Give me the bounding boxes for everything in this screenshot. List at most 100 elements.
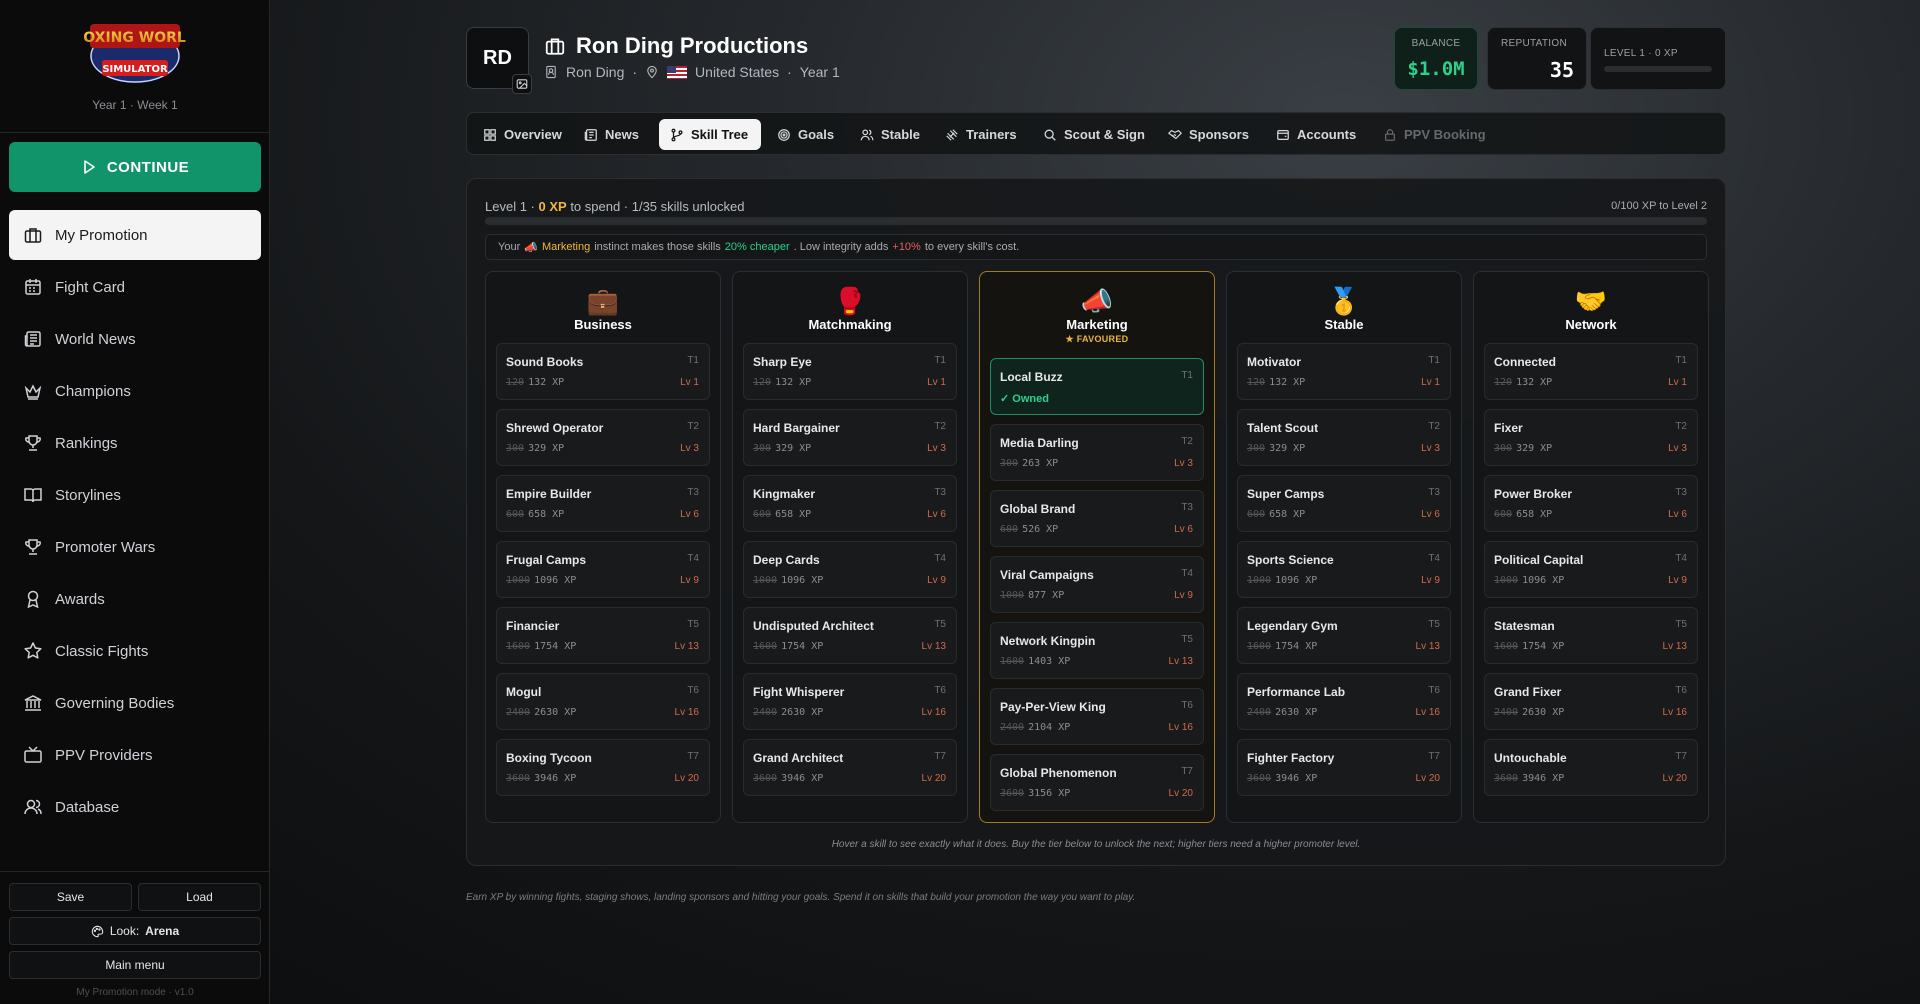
tab-trainers[interactable]: Trainers xyxy=(929,119,1029,150)
newspaper-icon xyxy=(24,331,41,347)
skill-card[interactable]: Performance Lab T6 2400 2630 XP Lv 16 xyxy=(1237,673,1451,730)
sidebar-item-storylines[interactable]: Storylines xyxy=(9,470,261,520)
skill-card[interactable]: Fight Whisperer T6 2400 2630 XP Lv 16 xyxy=(743,673,957,730)
load-button[interactable]: Load xyxy=(138,883,261,911)
skill-card[interactable]: Fixer T2 300 329 XP Lv 3 xyxy=(1484,409,1698,466)
skill-card[interactable]: Viral Campaigns T4 1000 877 XP Lv 9 xyxy=(990,556,1204,613)
skill-cost: 2400 2630 XP xyxy=(506,707,576,718)
save-button[interactable]: Save xyxy=(9,883,132,911)
discounted-cost: 1754 XP xyxy=(1522,641,1565,652)
tab-goals[interactable]: Goals xyxy=(761,119,844,150)
skill-card[interactable]: Kingmaker T3 600 658 XP Lv 6 xyxy=(743,475,957,532)
sidebar-item-promoter-wars[interactable]: Promoter Wars xyxy=(9,522,261,572)
skill-card[interactable]: Network Kingpin T5 1600 1403 XP Lv 13 xyxy=(990,622,1204,679)
skill-card[interactable]: Statesman T5 1600 1754 XP Lv 13 xyxy=(1484,607,1698,664)
original-cost: 120 xyxy=(753,377,772,388)
skill-name: Financier xyxy=(506,619,560,633)
sidebar-item-rankings[interactable]: Rankings xyxy=(9,418,261,468)
skill-card[interactable]: Sound Books T1 120 132 XP Lv 1 xyxy=(496,343,710,400)
skill-card[interactable]: Connected T1 120 132 XP Lv 1 xyxy=(1484,343,1698,400)
tab-accounts[interactable]: Accounts xyxy=(1260,119,1366,150)
sidebar-item-champions[interactable]: Champions xyxy=(9,366,261,416)
skill-card[interactable]: Talent Scout T2 300 329 XP Lv 3 xyxy=(1237,409,1451,466)
tab-ppv-booking[interactable]: PPV Booking xyxy=(1367,119,1492,150)
skill-card[interactable]: Sharp Eye T1 120 132 XP Lv 1 xyxy=(743,343,957,400)
skill-card[interactable]: Global Brand T3 600 526 XP Lv 6 xyxy=(990,490,1204,547)
skill-card[interactable]: Boxing Tycoon T7 3600 3946 XP Lv 20 xyxy=(496,739,710,796)
skill-card[interactable]: Legendary Gym T5 1600 1754 XP Lv 13 xyxy=(1237,607,1451,664)
skill-name: Hard Bargainer xyxy=(753,421,840,435)
tab-scout-sign[interactable]: Scout & Sign xyxy=(1027,119,1152,150)
sidebar-item-classic-fights[interactable]: Classic Fights xyxy=(9,626,261,676)
sidebar-item-ppv-providers[interactable]: PPV Providers xyxy=(9,730,261,780)
skill-card[interactable]: Pay-Per-View King T6 2400 2104 XP Lv 16 xyxy=(990,688,1204,745)
skill-card[interactable]: Frugal Camps T4 1000 1096 XP Lv 9 xyxy=(496,541,710,598)
skill-card[interactable]: Untouchable T7 3600 3946 XP Lv 20 xyxy=(1484,739,1698,796)
separator-dot: · xyxy=(787,64,792,80)
skill-card[interactable]: Motivator T1 120 132 XP Lv 1 xyxy=(1237,343,1451,400)
required-level: Lv 20 xyxy=(1168,788,1193,799)
sidebar-item-governing-bodies[interactable]: Governing Bodies xyxy=(9,678,261,728)
sidebar-item-awards[interactable]: Awards xyxy=(9,574,261,624)
original-cost: 1600 xyxy=(1247,641,1272,652)
edit-avatar-button[interactable] xyxy=(512,74,532,94)
discounted-cost: 2630 XP xyxy=(1522,707,1565,718)
skill-card[interactable]: Financier T5 1600 1754 XP Lv 13 xyxy=(496,607,710,664)
tab-label: Trainers xyxy=(966,127,1017,142)
tab-news[interactable]: News xyxy=(568,119,654,150)
skill-name: Mogul xyxy=(506,685,542,699)
skill-card[interactable]: Shrewd Operator T2 300 329 XP Lv 3 xyxy=(496,409,710,466)
skill-card[interactable]: Media Darling T2 300 263 XP Lv 3 xyxy=(990,424,1204,481)
xp-to-next-level: 0/100 XP to Level 2 xyxy=(1611,200,1707,212)
tab-label: News xyxy=(605,127,639,142)
sidebar-item-fight-card[interactable]: Fight Card xyxy=(9,262,261,312)
required-level: Lv 9 xyxy=(1421,575,1440,586)
skill-card[interactable]: Empire Builder T3 600 658 XP Lv 6 xyxy=(496,475,710,532)
required-level: Lv 13 xyxy=(674,641,699,652)
sidebar-item-world-news[interactable]: World News xyxy=(9,314,261,364)
sidebar-item-my-promotion[interactable]: My Promotion xyxy=(9,210,261,260)
skill-cost: 3600 3946 XP xyxy=(1247,773,1317,784)
discounted-cost: 1754 XP xyxy=(1275,641,1318,652)
sidebar-item-database[interactable]: Database xyxy=(9,782,261,832)
original-cost: 3600 xyxy=(1000,788,1025,799)
main-menu-button[interactable]: Main menu xyxy=(9,951,261,979)
continue-button[interactable]: CONTINUE xyxy=(9,142,261,192)
game-date: Year 1 · Week 1 xyxy=(92,98,178,112)
skill-card[interactable]: Local Buzz T1 ✓ Owned xyxy=(990,358,1204,415)
skill-tier: T3 xyxy=(687,487,699,498)
skill-card[interactable]: Hard Bargainer T2 300 329 XP Lv 3 xyxy=(743,409,957,466)
skill-card[interactable]: Political Capital T4 1000 1096 XP Lv 9 xyxy=(1484,541,1698,598)
required-level: Lv 1 xyxy=(1668,377,1687,388)
skill-cost: 1600 1754 XP xyxy=(1494,641,1564,652)
required-level: Lv 1 xyxy=(1421,377,1440,388)
look-theme-button[interactable]: Look: Arena xyxy=(9,917,261,945)
boxing-world-simulator-logo[interactable]: BOXING WORLD SIMULATOR xyxy=(84,18,186,88)
briefcase-icon xyxy=(24,228,42,243)
tab-sponsors[interactable]: Sponsors xyxy=(1152,119,1260,150)
skill-card[interactable]: Fighter Factory T7 3600 3946 XP Lv 20 xyxy=(1237,739,1451,796)
lock-icon xyxy=(1385,128,1395,141)
skill-card[interactable]: Global Phenomenon T7 3600 3156 XP Lv 20 xyxy=(990,754,1204,811)
skill-tier: T2 xyxy=(934,421,946,432)
skill-card[interactable]: Undisputed Architect T5 1600 1754 XP Lv 13 xyxy=(743,607,957,664)
skill-tier: T4 xyxy=(1428,553,1440,564)
skill-card[interactable]: Power Broker T3 600 658 XP Lv 6 xyxy=(1484,475,1698,532)
reputation-card: REPUTATION 35 xyxy=(1487,27,1587,90)
tab-skill-tree[interactable]: Skill Tree xyxy=(659,119,761,150)
skill-name: Fixer xyxy=(1494,421,1523,435)
tab-stable[interactable]: Stable xyxy=(844,119,930,150)
skill-card[interactable]: Mogul T6 2400 2630 XP Lv 16 xyxy=(496,673,710,730)
skill-column-header: 🥊 Matchmaking xyxy=(733,286,967,332)
skill-cost: 300 263 XP xyxy=(1000,458,1058,469)
skill-card[interactable]: Grand Architect T7 3600 3946 XP Lv 20 xyxy=(743,739,957,796)
tab-overview[interactable]: Overview xyxy=(467,119,569,150)
skill-card[interactable]: Deep Cards T4 1000 1096 XP Lv 9 xyxy=(743,541,957,598)
skill-card[interactable]: Super Camps T3 600 658 XP Lv 6 xyxy=(1237,475,1451,532)
skill-card[interactable]: Sports Science T4 1000 1096 XP Lv 9 xyxy=(1237,541,1451,598)
category-title: Business xyxy=(574,317,632,332)
promotion-meta: Ron Ding · United States · Year 1 xyxy=(544,64,840,80)
skill-tier: T2 xyxy=(1181,436,1193,447)
original-cost: 120 xyxy=(1247,377,1266,388)
skill-card[interactable]: Grand Fixer T6 2400 2630 XP Lv 16 xyxy=(1484,673,1698,730)
